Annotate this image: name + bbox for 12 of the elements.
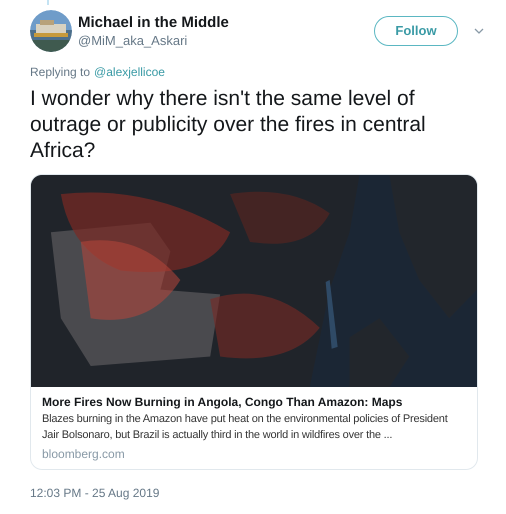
timestamp[interactable]: 12:03 PM - 25 Aug 2019 bbox=[30, 486, 160, 500]
card-description: Blazes burning in the Amazon have put heat on the environmental policies of President Jair Bolsonaro, but Brazil is actually third in the world in wildfires over the ... bbox=[42, 412, 449, 443]
author-name[interactable]: Michael in the Middle bbox=[78, 13, 374, 33]
author-handle[interactable]: @MiM_aka_Askari bbox=[78, 33, 374, 49]
follow-button[interactable]: Follow bbox=[374, 16, 458, 46]
replying-label: Replying to bbox=[30, 64, 90, 81]
chevron-down-icon[interactable] bbox=[474, 28, 484, 34]
mention-link[interactable]: @alexjellicoe bbox=[94, 63, 165, 81]
link-card[interactable] bbox=[30, 174, 478, 470]
card-title: More Fires Now Burning in Angola, Congo Than Amazon: Maps bbox=[42, 394, 404, 410]
tweet-text: I wonder why there isn't the same level of outrage or publicity over the fires in central Africa? bbox=[29, 86, 427, 164]
card-domain: bloomberg.com bbox=[42, 446, 126, 462]
